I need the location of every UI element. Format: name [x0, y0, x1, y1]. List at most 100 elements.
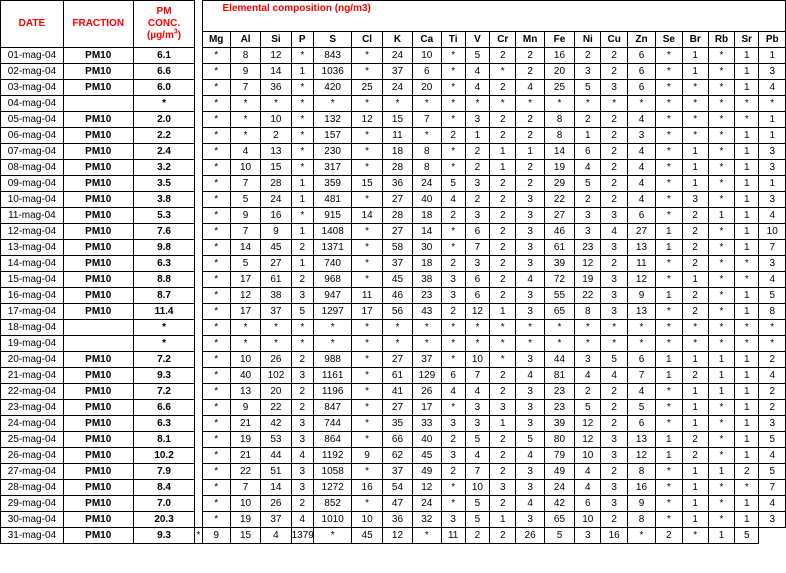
- value-cell-cl: *: [351, 319, 383, 336]
- value-cell-pb: 3: [758, 191, 786, 208]
- value-cell-mn: 5: [515, 431, 545, 448]
- value-cell-br: *: [681, 111, 709, 128]
- pm-concentration-cell: 6.0: [132, 79, 196, 96]
- value-cell-s: 1297: [312, 303, 353, 320]
- value-cell-si: 102: [260, 367, 292, 384]
- value-cell-cr: 2: [489, 223, 517, 240]
- pm-concentration-cell: 2.4: [132, 143, 196, 160]
- value-cell-cl: 12: [351, 111, 383, 128]
- value-cell-br: 2: [655, 527, 683, 544]
- value-cell-ca: 49: [412, 463, 442, 480]
- value-cell-fe: *: [543, 335, 576, 352]
- value-cell-pb: 4: [758, 367, 786, 384]
- pm-concentration-cell: 5.3: [132, 207, 196, 224]
- value-cell-ca: 18: [412, 207, 442, 224]
- value-cell-ni: 12: [574, 431, 602, 448]
- value-cell-fe: 42: [543, 495, 576, 512]
- value-cell-cl: *: [351, 143, 383, 160]
- value-cell-br: 1: [681, 383, 709, 400]
- fraction-cell: PM10: [62, 239, 134, 256]
- value-cell-se: 1: [655, 367, 683, 384]
- value-cell-mn: 3: [515, 415, 545, 432]
- value-cell-mg: *: [201, 399, 231, 416]
- element-header-k: K: [381, 31, 414, 48]
- value-cell-p: 4: [290, 447, 314, 464]
- value-cell-p: *: [290, 335, 314, 352]
- value-cell-k: *: [381, 319, 414, 336]
- value-cell-s: 744: [312, 415, 353, 432]
- value-cell-sr: 1: [734, 175, 760, 192]
- value-cell-rb: *: [707, 95, 736, 112]
- value-cell-cl: *: [351, 47, 383, 64]
- table-row: 29-mag-04 PM10 7.0 * 10 26 2 852 * 47 24 * 5 2 4 42 6 3 9 *…: [0, 495, 786, 512]
- table-row: 01-mag-04 PM10 6.1 * 8 12 * 843 * 24 10 * 5 2 2 16 2 2 6 * 1…: [0, 47, 786, 64]
- pm-concentration-cell: 9.3: [132, 527, 196, 544]
- value-cell-s: 481: [312, 191, 353, 208]
- value-cell-ca: 20: [412, 79, 442, 96]
- table-row: 27-mag-04 PM10 7.9 * 22 51 3 1058 * 37 49 2 7 2 3 49 4 2 8…: [0, 463, 786, 480]
- value-cell-ti: 3: [440, 447, 466, 464]
- value-cell-se: *: [655, 111, 683, 128]
- pm-concentration-cell: 8.8: [132, 271, 196, 288]
- value-cell-mg: *: [201, 479, 231, 496]
- value-cell-mn: 3: [515, 479, 545, 496]
- value-cell-mg: *: [201, 143, 231, 160]
- value-cell-sr: *: [734, 111, 760, 128]
- value-cell-ca: 38: [412, 271, 442, 288]
- value-cell-cl: 17: [351, 303, 383, 320]
- date-cell: 09-mag-04: [0, 175, 64, 192]
- value-cell-mg: *: [201, 383, 231, 400]
- value-cell-fe: 72: [543, 271, 576, 288]
- value-cell-ca: 23: [412, 287, 442, 304]
- value-cell-v: 4: [464, 63, 491, 80]
- value-cell-cr: 1: [489, 511, 517, 528]
- table-row: 06-mag-04 PM10 2.2 * * 2 * 157 * 11 * 2 1 2 2 8 1 2 3 * * * 1 1: [0, 127, 786, 144]
- value-cell-al: 5: [229, 255, 262, 272]
- value-cell-br: 2: [681, 303, 709, 320]
- value-cell-si: 28: [260, 175, 292, 192]
- value-cell-cr: 2: [489, 383, 517, 400]
- value-cell-br: 1: [681, 511, 709, 528]
- value-cell-v: 12: [464, 303, 491, 320]
- value-cell-mn: 3: [515, 287, 545, 304]
- value-cell-cu: 2: [600, 47, 628, 64]
- value-cell-v: 2: [464, 191, 491, 208]
- value-cell-k: 18: [381, 143, 414, 160]
- value-cell-ca: 24: [412, 495, 442, 512]
- value-cell-k: *: [381, 95, 414, 112]
- value-cell-si: 37: [260, 511, 292, 528]
- table-row: 13-mag-04 PM10 9.8 * 14 45 2 1371 * 58 30 * 7 2 3 61 23 3…: [0, 239, 786, 256]
- element-header-v: V: [464, 31, 491, 48]
- value-cell-cl: *: [351, 495, 383, 512]
- date-cell: 07-mag-04: [0, 143, 64, 160]
- value-cell-br: *: [681, 95, 709, 112]
- value-cell-mn: 3: [515, 463, 545, 480]
- value-cell-fe: 23: [543, 383, 576, 400]
- value-cell-si: 24: [260, 191, 292, 208]
- value-cell-si: 53: [260, 431, 292, 448]
- value-cell-si: 27: [260, 255, 292, 272]
- pm-concentration-cell: *: [132, 95, 196, 112]
- value-cell-al: 19: [229, 511, 262, 528]
- value-cell-cr: *: [489, 335, 517, 352]
- value-cell-ca: *: [412, 127, 442, 144]
- value-cell-k: 11: [381, 127, 414, 144]
- value-cell-fe: 65: [543, 511, 576, 528]
- value-cell-si: 15: [229, 527, 262, 544]
- value-cell-ti: *: [440, 143, 466, 160]
- value-cell-ni: 5: [543, 527, 576, 544]
- element-header-al: Al: [229, 31, 262, 48]
- value-cell-cr: 1: [489, 415, 517, 432]
- date-cell: 26-mag-04: [0, 447, 64, 464]
- value-cell-v: 6: [464, 271, 491, 288]
- value-cell-al: *: [229, 127, 262, 144]
- value-cell-sr: *: [734, 271, 760, 288]
- value-cell-mn: 2: [515, 175, 545, 192]
- value-cell-mg: *: [201, 431, 231, 448]
- value-cell-ca: 18: [412, 255, 442, 272]
- value-cell-se: *: [655, 271, 683, 288]
- value-cell-k: 24: [381, 79, 414, 96]
- pm-concentration-cell: 8.7: [132, 287, 196, 304]
- value-cell-cl: *: [351, 271, 383, 288]
- value-cell-v: 2: [464, 143, 491, 160]
